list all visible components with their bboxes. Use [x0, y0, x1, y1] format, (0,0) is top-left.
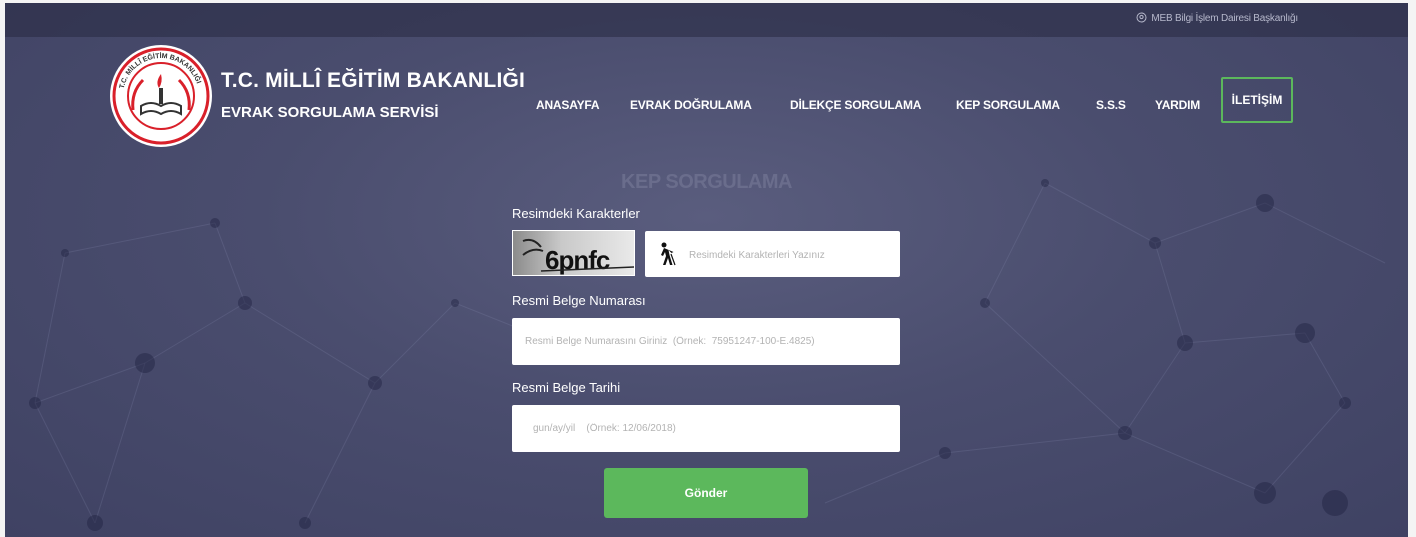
- brand-subtitle: EVRAK SORGULAMA SERVİSİ: [221, 104, 439, 121]
- meb-bidb-link[interactable]: MEB Bilgi İşlem Dairesi Başkanlığı: [1136, 12, 1298, 24]
- top-bar: MEB Bilgi İşlem Dairesi Başkanlığı: [5, 3, 1408, 37]
- nav-dilekce-sorgulama[interactable]: DİLEKÇE SORGULAMA: [790, 98, 921, 112]
- captcha-label: Resimdeki Karakterler: [512, 206, 640, 221]
- nav-sss[interactable]: S.S.S: [1096, 98, 1126, 112]
- submit-button[interactable]: Gönder: [604, 468, 808, 518]
- brand-title: T.C. MİLLÎ EĞİTİM BAKANLIĞI: [221, 69, 526, 92]
- doc-date-input[interactable]: [512, 405, 900, 452]
- accessibility-audio-icon[interactable]: [655, 242, 677, 266]
- nav-iletisim-button[interactable]: İLETİŞİM: [1221, 77, 1293, 123]
- nav-evrak-dogrulama[interactable]: EVRAK DOĞRULAMA: [630, 98, 752, 112]
- nav-anasayfa[interactable]: ANASAYFA: [536, 98, 600, 112]
- ministry-logo[interactable]: T.C. MİLLÎ EĞİTİM BAKANLIĞI: [109, 44, 213, 148]
- nav-yardim[interactable]: YARDIM: [1155, 98, 1200, 112]
- captcha-input[interactable]: [687, 231, 896, 279]
- doc-number-input[interactable]: [512, 318, 900, 365]
- page-frame: MEB Bilgi İşlem Dairesi Başkanlığı T.C. …: [5, 3, 1408, 537]
- nav-kep-sorgulama[interactable]: KEP SORGULAMA: [956, 98, 1060, 112]
- captcha-field: [645, 231, 900, 279]
- doc-date-label: Resmi Belge Tarihi: [512, 380, 621, 395]
- captcha-image: 6pnfc: [512, 230, 635, 276]
- topbar-link-label: MEB Bilgi İşlem Dairesi Başkanlığı: [1151, 12, 1298, 24]
- location-pin-icon: [1136, 12, 1147, 23]
- doc-number-label: Resmi Belge Numarası: [512, 293, 646, 308]
- page-title: KEP SORGULAMA: [621, 171, 792, 193]
